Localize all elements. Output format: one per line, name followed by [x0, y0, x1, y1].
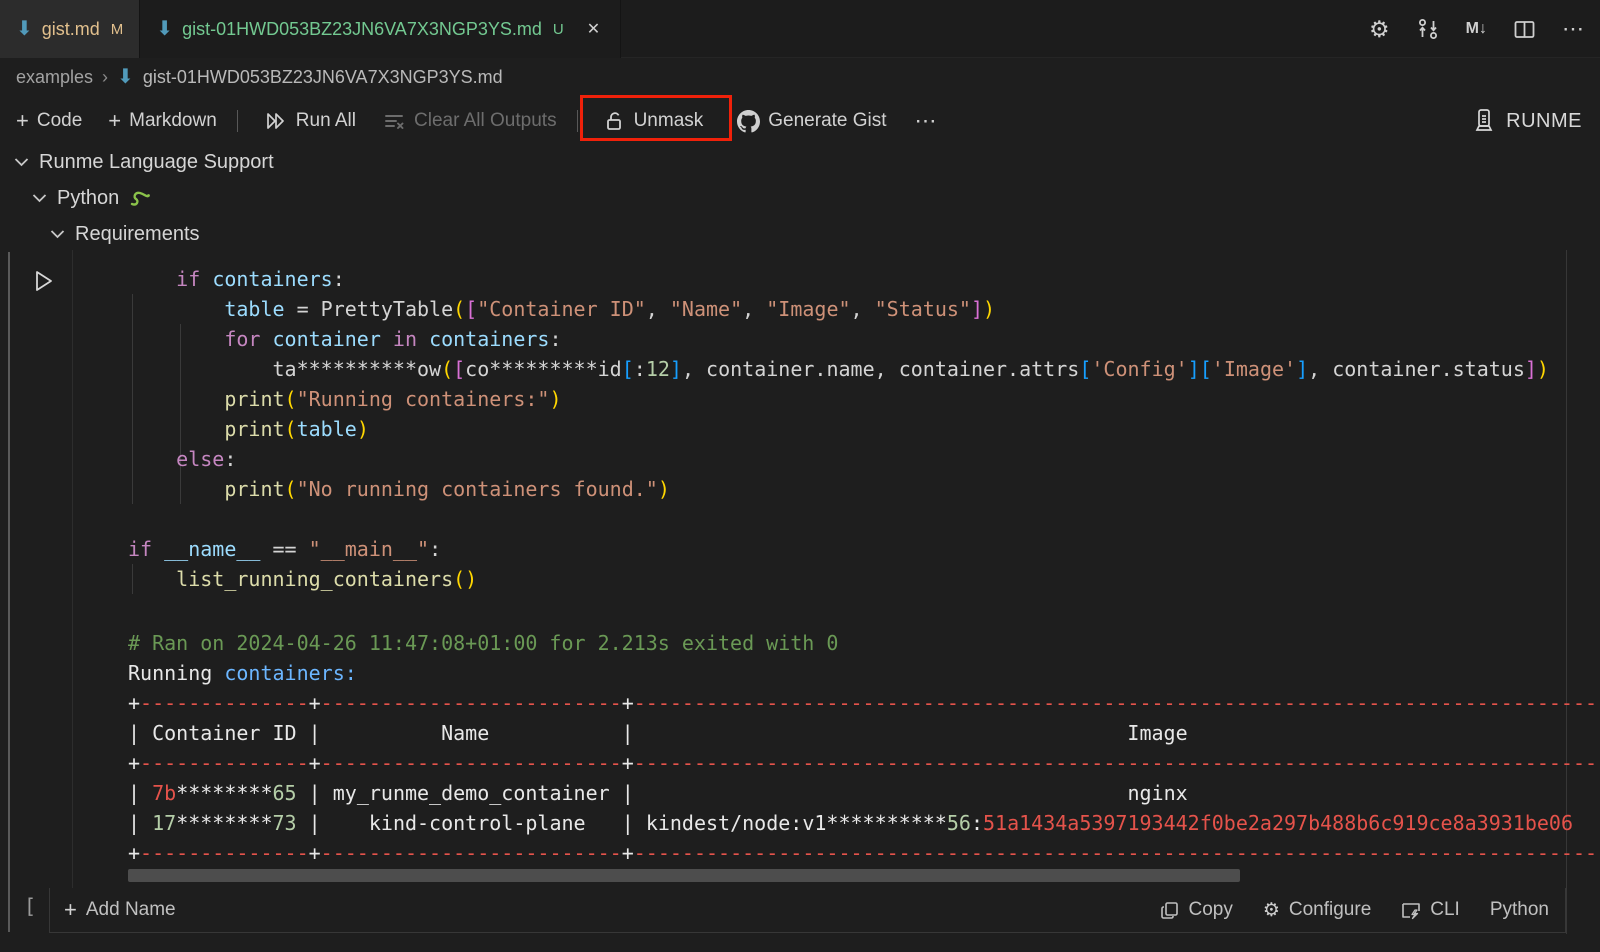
- code-line: print(table): [128, 414, 1600, 444]
- code-line: | 7b********65 | my_runme_demo_container…: [128, 778, 1600, 808]
- code-line: table = PrettyTable(["Container ID", "Na…: [128, 294, 1600, 324]
- code-line: +--------------+------------------------…: [128, 688, 1600, 718]
- editor-actions: ⚙ M↓ ⋯: [1369, 0, 1586, 58]
- generate-gist-button[interactable]: Generate Gist: [727, 104, 896, 139]
- section-python[interactable]: Python: [32, 182, 151, 214]
- markdown-preview-icon[interactable]: M↓: [1466, 20, 1487, 38]
- add-name-label: Add Name: [86, 899, 176, 921]
- section-runme-language-support[interactable]: Runme Language Support: [14, 146, 274, 178]
- kernel-selector[interactable]: Python: [1490, 899, 1549, 921]
- breadcrumb-separator: ›: [102, 67, 108, 88]
- horizontal-scrollbar[interactable]: [128, 869, 1240, 882]
- cell-status-bar: + Add Name Copy ⚙ Configure CLI: [49, 888, 1566, 933]
- gear-icon: ⚙: [1263, 899, 1280, 922]
- unlock-icon: [604, 110, 626, 132]
- breadcrumb-file[interactable]: gist-01HWD053BZ23JN6VA7X3NGP3YS.md: [143, 67, 503, 88]
- breadcrumb-folder[interactable]: examples: [16, 67, 93, 88]
- section-label: Requirements: [75, 223, 200, 246]
- kernel-label: Python: [1490, 899, 1549, 921]
- breadcrumb: examples › ⬇ gist-01HWD053BZ23JN6VA7X3NG…: [0, 58, 1600, 96]
- code-line: list_running_containers(): [128, 564, 1600, 594]
- run-all-label: Run All: [296, 110, 356, 132]
- add-name-button[interactable]: + Add Name: [64, 897, 176, 923]
- cli-terminal-icon: [1401, 901, 1421, 920]
- clear-all-outputs-label: Clear All Outputs: [414, 110, 557, 132]
- plus-icon: +: [64, 897, 77, 923]
- code-line: +--------------+------------------------…: [128, 838, 1600, 868]
- python-snake-emoji: [129, 189, 151, 207]
- runme-logo-icon: [1472, 108, 1496, 134]
- section-label: Python: [57, 187, 119, 210]
- copy-button[interactable]: Copy: [1160, 899, 1232, 921]
- section-requirements[interactable]: Requirements: [50, 218, 200, 250]
- close-icon[interactable]: ✕: [583, 17, 604, 41]
- code-line: | Container ID | Name | Image: [128, 718, 1600, 748]
- code-line: else:: [128, 444, 1600, 474]
- git-untracked-badge: U: [553, 21, 564, 38]
- cli-label: CLI: [1430, 899, 1460, 921]
- chevron-down-icon: [14, 157, 29, 167]
- copy-icon: [1160, 901, 1179, 920]
- code-line: [128, 594, 1600, 624]
- runme-brand-label: RUNME: [1506, 110, 1582, 133]
- tab-label: gist.md: [42, 19, 100, 40]
- code-line: [128, 504, 1600, 534]
- toolbar-divider: [237, 110, 238, 132]
- code-line: for container in containers:: [128, 324, 1600, 354]
- runme-brand: RUNME: [1472, 96, 1582, 146]
- code-line: +--------------+------------------------…: [128, 748, 1600, 778]
- more-actions-icon[interactable]: ⋯: [1562, 16, 1586, 42]
- generate-gist-label: Generate Gist: [768, 110, 886, 132]
- tab-label: gist-01HWD053BZ23JN6VA7X3NGP3YS.md: [182, 19, 542, 40]
- split-editor-icon[interactable]: [1513, 18, 1536, 41]
- configure-label: Configure: [1289, 899, 1371, 921]
- unmask-button[interactable]: Unmask: [594, 104, 714, 138]
- copy-label: Copy: [1188, 899, 1232, 921]
- run-all-button[interactable]: Run All: [254, 103, 366, 139]
- code-line: print("Running containers:"): [128, 384, 1600, 414]
- cell-gutter-divider: [72, 250, 73, 888]
- code-line: if containers:: [128, 264, 1600, 294]
- run-cell-button[interactable]: [28, 266, 58, 296]
- tab-gist-01hwd[interactable]: ⬇ gist-01HWD053BZ23JN6VA7X3NGP3YS.md U ✕: [140, 0, 621, 58]
- cell-output: # Ran on 2024-04-26 11:47:08+01:00 for 2…: [128, 628, 1600, 868]
- unmask-label: Unmask: [634, 110, 704, 132]
- add-code-label: Code: [37, 110, 82, 132]
- code-line: # Ran on 2024-04-26 11:47:08+01:00 for 2…: [128, 628, 1600, 658]
- code-line: ta**********ow([co*********id[:12], cont…: [128, 354, 1600, 384]
- configure-button[interactable]: ⚙ Configure: [1263, 899, 1371, 922]
- markdown-file-icon: ⬇: [16, 19, 33, 39]
- clear-all-outputs-icon: [382, 109, 406, 133]
- add-code-cell-button[interactable]: + Code: [6, 102, 92, 140]
- chevron-down-icon: [32, 193, 47, 203]
- toolbar-divider: [577, 110, 578, 132]
- chevron-down-icon: [50, 229, 65, 239]
- add-markdown-label: Markdown: [129, 110, 217, 132]
- cell-focus-indicator: [8, 252, 10, 932]
- git-modified-badge: M: [111, 21, 124, 38]
- add-markdown-cell-button[interactable]: + Markdown: [98, 102, 227, 140]
- gear-icon[interactable]: ⚙: [1369, 16, 1390, 43]
- cell-code-editor[interactable]: if containers: table = PrettyTable(["Con…: [128, 264, 1600, 624]
- github-icon: [737, 110, 760, 133]
- run-all-icon: [264, 109, 288, 133]
- more-cell-actions-icon[interactable]: ⋯: [905, 102, 949, 140]
- tab-gist-md[interactable]: ⬇ gist.md M: [0, 0, 140, 58]
- plus-icon: +: [16, 108, 29, 134]
- clear-all-outputs-button[interactable]: Clear All Outputs: [372, 103, 567, 139]
- code-line: if __name__ == "__main__":: [128, 534, 1600, 564]
- section-label: Runme Language Support: [39, 151, 274, 174]
- plus-icon: +: [108, 108, 121, 134]
- compare-changes-icon[interactable]: [1416, 17, 1440, 41]
- cli-button[interactable]: CLI: [1401, 899, 1460, 921]
- editor-tab-bar: ⬇ gist.md M ⬇ gist-01HWD053BZ23JN6VA7X3N…: [0, 0, 1600, 58]
- code-line: Running containers:: [128, 658, 1600, 688]
- code-line: | 17********73 | kind-control-plane | ki…: [128, 808, 1600, 838]
- markdown-file-icon: ⬇: [117, 67, 134, 87]
- markdown-file-icon: ⬇: [156, 19, 173, 39]
- code-line: print("No running containers found."): [128, 474, 1600, 504]
- notebook-toolbar: + Code + Markdown Run All Clear All Outp…: [0, 96, 1600, 146]
